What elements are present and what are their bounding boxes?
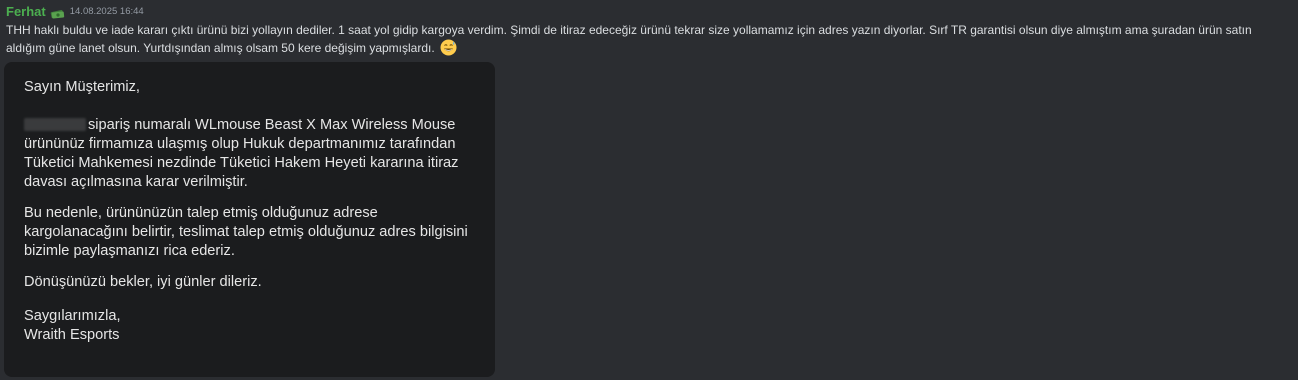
message-header: Ferhat 14.08.2025 16:44 <box>6 3 144 19</box>
letter-paragraph: Bu nedenle, ürününüzün talep etmiş olduğ… <box>24 205 468 259</box>
redacted-order-number <box>24 118 86 131</box>
letter-paragraph-text: sipariş numaralı WLmouse Beast X Max Wir… <box>24 117 459 190</box>
image-attachment[interactable]: Sayın Müşterimiz, sipariş numaralı WLmou… <box>4 62 495 377</box>
author-name[interactable]: Ferhat <box>6 4 46 19</box>
letter-text: Sayın Müşterimiz, sipariş numaralı WLmou… <box>24 78 474 345</box>
letter-paragraph: sipariş numaralı WLmouse Beast X Max Wir… <box>24 116 474 192</box>
money-bundle-icon <box>50 6 65 19</box>
message-timestamp[interactable]: 14.08.2025 16:44 <box>70 6 144 17</box>
letter-signature: Wraith Esports <box>24 327 120 343</box>
letter-paragraph: Dönüşünüzü bekler, iyi günler dileriz. <box>24 274 262 290</box>
chat-message: Ferhat 14.08.2025 16:44 THH haklı buldu … <box>0 0 1298 380</box>
letter-greeting: Sayın Müşterimiz, <box>24 79 140 95</box>
message-content: THH haklı buldu ve iade kararı çıktı ürü… <box>6 21 1294 57</box>
letter-closing: Saygılarımızla, <box>24 308 121 324</box>
grinning-sweat-face-icon <box>440 39 457 56</box>
message-text: THH haklı buldu ve iade kararı çıktı ürü… <box>6 23 1252 55</box>
